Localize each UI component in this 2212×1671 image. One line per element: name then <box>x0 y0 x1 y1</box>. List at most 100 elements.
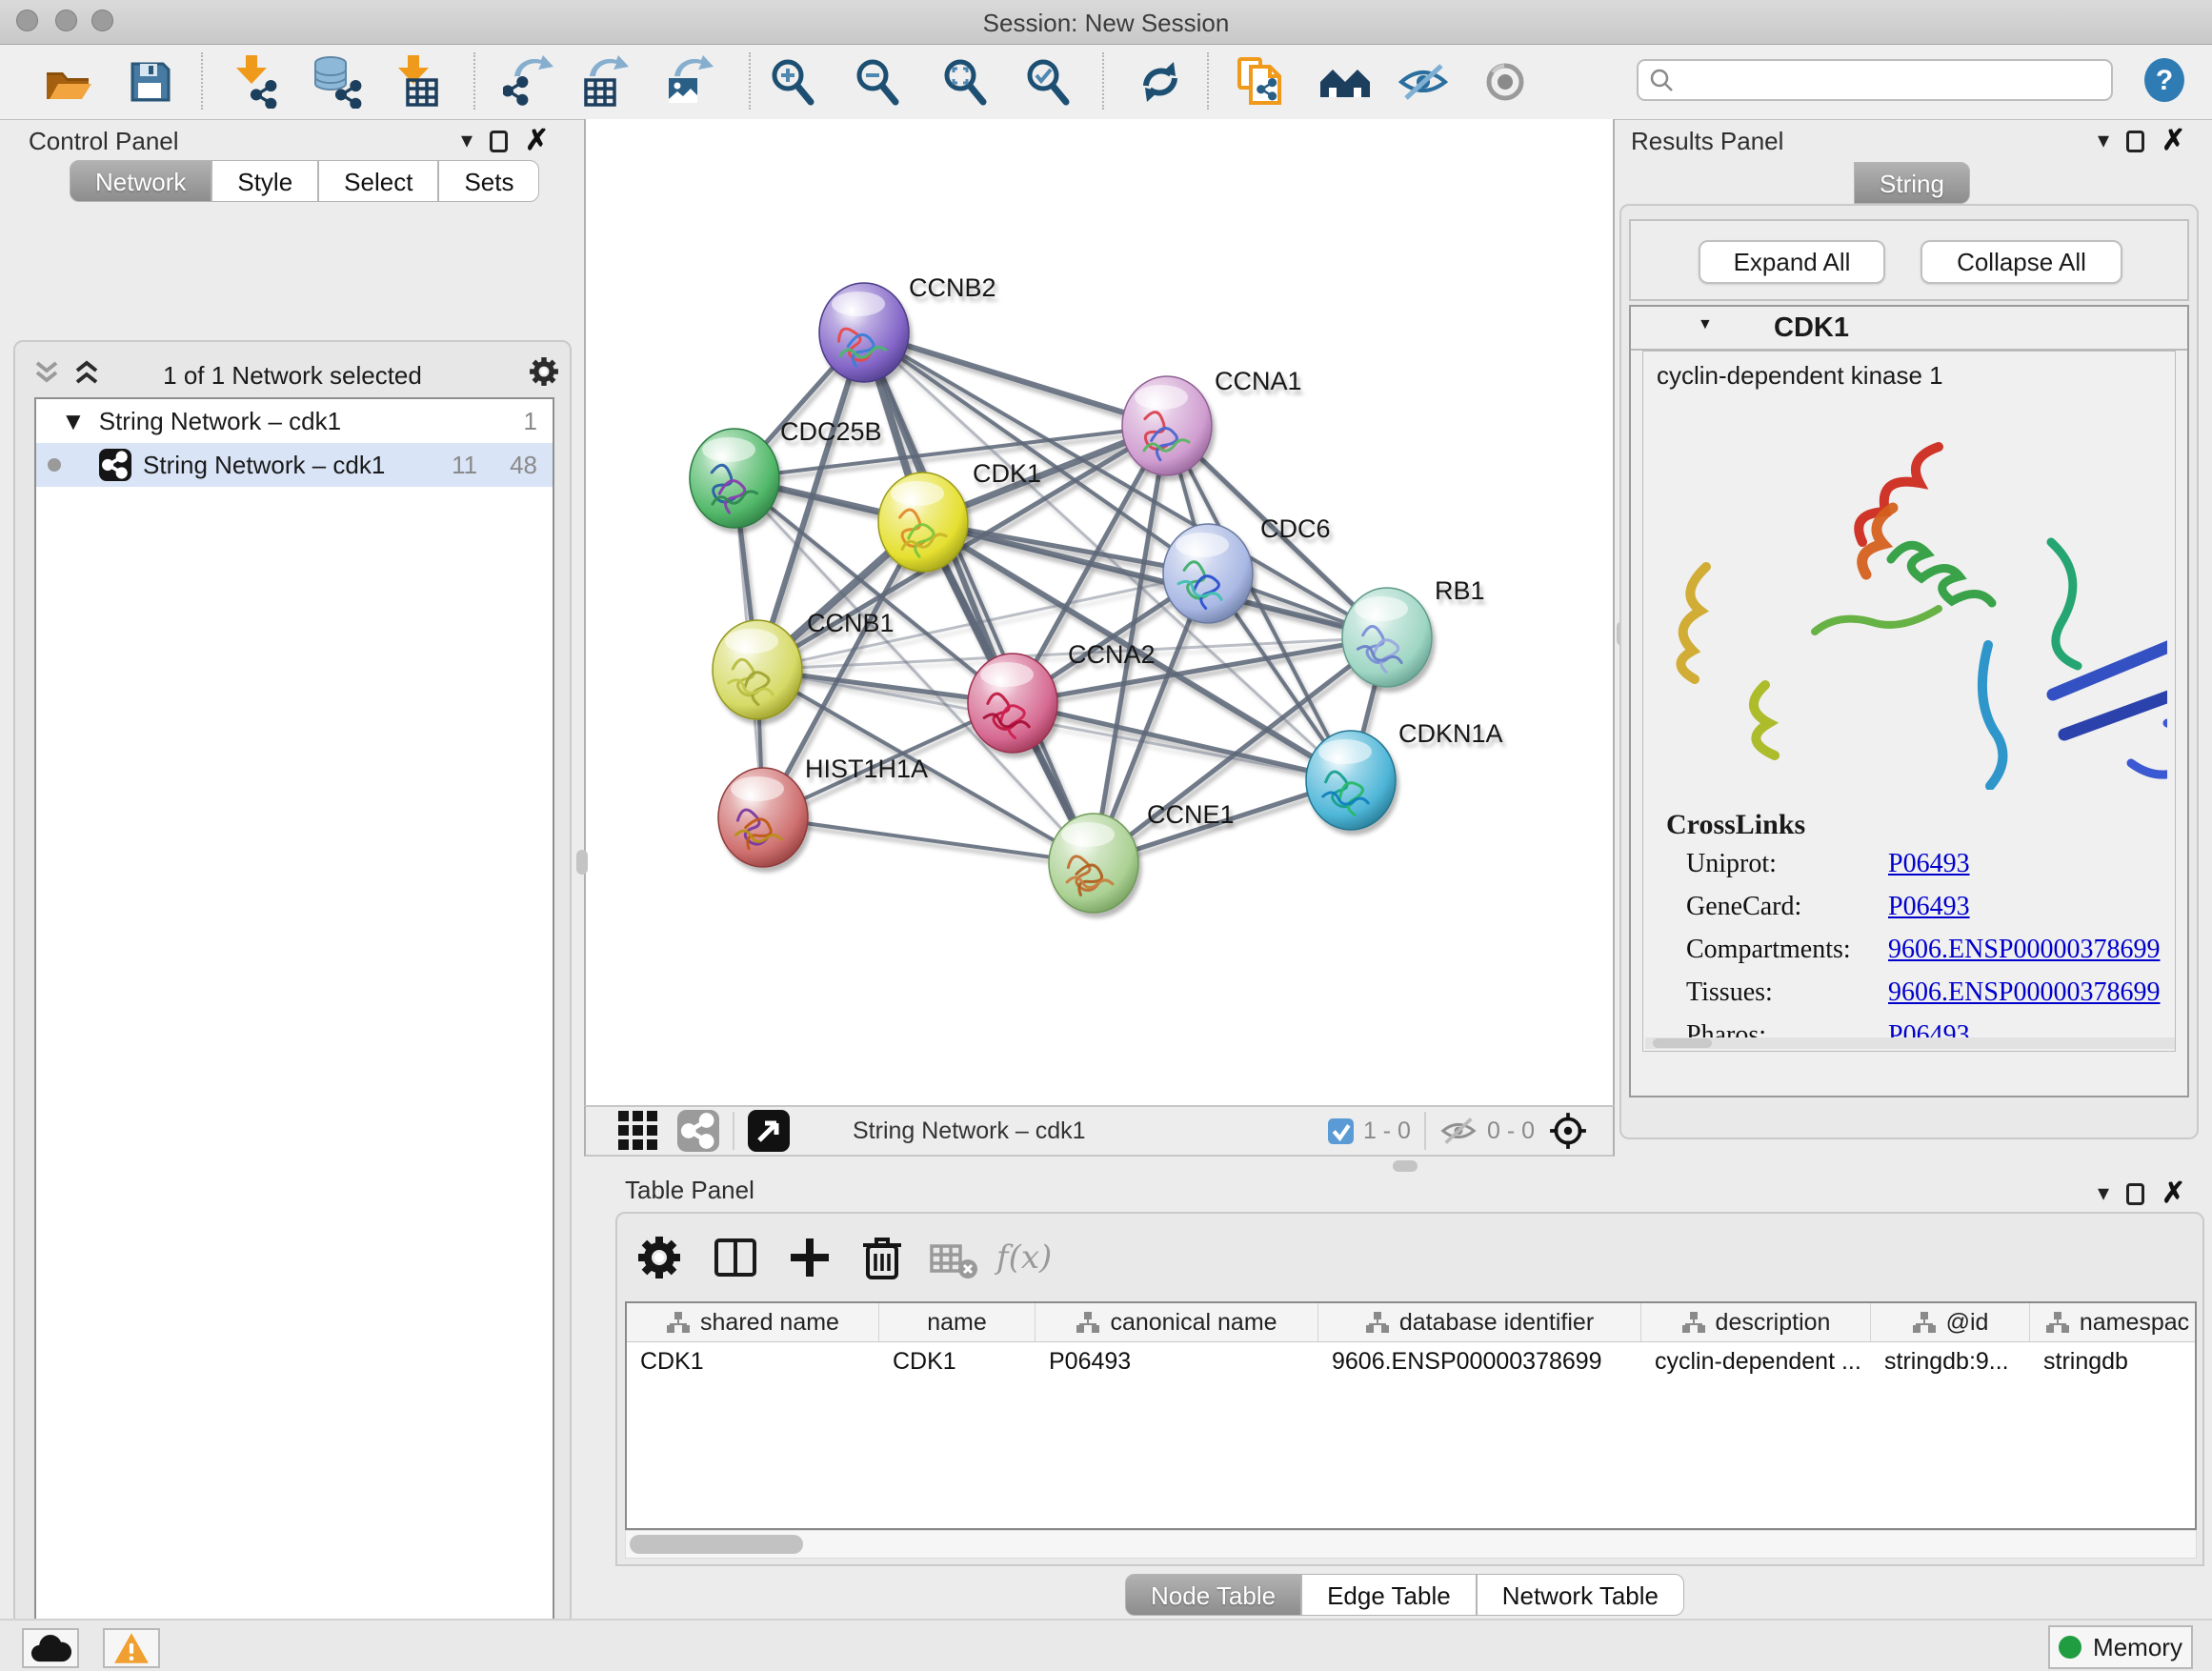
table-cell[interactable]: stringdb:9... <box>1871 1342 2030 1380</box>
memory-button[interactable]: Memory <box>2048 1625 2193 1669</box>
cloud-button[interactable] <box>22 1628 79 1668</box>
fit-selected-crosshair-icon[interactable] <box>1548 1111 1588 1151</box>
network-node-ccna1[interactable]: CCNA1 <box>1122 367 1302 475</box>
column-header-namespac[interactable]: namespac <box>2030 1303 2197 1341</box>
table-cell[interactable]: CDK1 <box>627 1342 879 1380</box>
close-panel-icon[interactable]: ✗ <box>525 127 549 155</box>
tab-string[interactable]: String <box>1854 162 1970 204</box>
tab-node-table[interactable]: Node Table <box>1125 1574 1301 1616</box>
toolbar-separator <box>1207 52 1209 110</box>
column-header-canonical-name[interactable]: canonical name <box>1036 1303 1318 1341</box>
column-header--id[interactable]: @id <box>1871 1303 2030 1341</box>
tab-select[interactable]: Select <box>318 160 438 202</box>
tab-network[interactable]: Network <box>70 160 211 202</box>
zoom-selected-icon[interactable] <box>1022 55 1076 109</box>
hide-selected-icon[interactable] <box>1397 55 1450 109</box>
network-tab-content: 1 of 1 Network selected ▼ String Network… <box>13 340 572 1655</box>
create-column-icon[interactable] <box>783 1231 836 1284</box>
export-table-icon[interactable] <box>578 55 632 109</box>
tab-network-table[interactable]: Network Table <box>1477 1574 1684 1616</box>
search-input[interactable] <box>1684 66 2111 94</box>
network-node-cdkn1a[interactable]: CDKN1A <box>1306 719 1503 830</box>
vertical-splitter-handle[interactable] <box>576 850 588 875</box>
show-graphics-details-icon[interactable] <box>1478 55 1532 109</box>
table-cell[interactable]: 9606.ENSP00000378699 <box>1318 1342 1641 1380</box>
toolbar-separator <box>201 52 203 110</box>
import-network-file-icon[interactable] <box>231 55 284 109</box>
table-row[interactable]: CDK1CDK1P064939606.ENSP00000378699cyclin… <box>627 1342 2195 1380</box>
selected-checkbox-icon[interactable] <box>1328 1118 1354 1144</box>
table-cell[interactable]: stringdb <box>2030 1342 2197 1380</box>
string-results-container: Expand All Collapse All ▼ CDK1 cyclin-de… <box>1619 204 2199 1139</box>
table-options-gear-icon[interactable] <box>633 1231 686 1284</box>
table-cell[interactable]: P06493 <box>1036 1342 1318 1380</box>
zoom-out-icon[interactable] <box>852 55 905 109</box>
first-neighbors-icon[interactable] <box>1318 55 1372 109</box>
crosslink-link[interactable]: 9606.ENSP00000378699 <box>1888 935 2160 964</box>
delete-column-icon[interactable] <box>855 1231 909 1284</box>
close-panel-icon[interactable]: ✗ <box>2162 1179 2185 1208</box>
warning-button[interactable] <box>103 1628 160 1668</box>
network-row-selected[interactable]: String Network – cdk1 11 48 <box>36 443 553 487</box>
tab-sets[interactable]: Sets <box>438 160 539 202</box>
network-collection-row[interactable]: ▼ String Network – cdk1 1 <box>36 399 553 443</box>
control-panel: Control Panel ▾ ✗ NetworkStyleSelectSets… <box>0 119 576 1620</box>
save-session-icon[interactable] <box>124 55 177 109</box>
tab-edge-table[interactable]: Edge Table <box>1301 1574 1477 1616</box>
node-label: CCNA2 <box>1068 640 1156 669</box>
table-cell[interactable]: CDK1 <box>879 1342 1036 1380</box>
import-network-database-icon[interactable] <box>313 55 367 109</box>
import-table-file-icon[interactable] <box>389 55 442 109</box>
network-canvas[interactable]: CCNB2 CCNA1 CDC25B CDK1 CDC6 RB1 CCNB1 C… <box>584 119 1615 1105</box>
export-image-icon[interactable] <box>663 55 716 109</box>
tab-style[interactable]: Style <box>211 160 318 202</box>
help-button[interactable]: ? <box>2142 57 2187 103</box>
refresh-view-icon[interactable] <box>1134 55 1187 109</box>
protein-structure-image <box>1653 409 2167 790</box>
new-network-from-selection-icon[interactable] <box>1234 55 1287 109</box>
column-header-description[interactable]: description <box>1641 1303 1871 1341</box>
float-panel-icon[interactable] <box>2126 1183 2144 1205</box>
float-panel-icon[interactable] <box>490 131 508 152</box>
network-selection-status: 1 of 1 Network selected <box>15 361 570 391</box>
crosslink-link[interactable]: P06493 <box>1888 892 1970 921</box>
open-session-icon[interactable] <box>41 55 94 109</box>
column-header-database-identifier[interactable]: database identifier <box>1318 1303 1641 1341</box>
node-table[interactable]: shared namenamecanonical namedatabase id… <box>625 1301 2197 1530</box>
scrollbar-thumb[interactable] <box>630 1535 803 1554</box>
crosslink-link[interactable]: 9606.ENSP00000378699 <box>1888 977 2160 1007</box>
crosslink-row: GeneCard:P06493 <box>1686 892 1970 922</box>
collapse-panel-icon[interactable]: ▾ <box>2098 130 2109 152</box>
float-panel-icon[interactable] <box>2126 131 2144 152</box>
tree-expander-icon[interactable]: ▼ <box>61 407 86 436</box>
column-header-name[interactable]: name <box>879 1303 1036 1341</box>
node-result-header[interactable]: ▼ CDK1 <box>1631 307 2187 351</box>
crosslink-link[interactable]: P06493 <box>1888 849 1970 878</box>
collection-count: 1 <box>524 407 537 436</box>
collapse-panel-icon[interactable]: ▾ <box>461 130 473 152</box>
collapse-entry-icon[interactable]: ▼ <box>1698 316 1713 333</box>
zoom-fit-icon[interactable] <box>939 55 993 109</box>
network-options-gear-icon[interactable] <box>526 353 562 390</box>
node-result-content: cyclin-dependent kinase 1 CrossLinks Uni… <box>1642 351 2176 1052</box>
network-node-hist1h1a[interactable]: HIST1H1A <box>718 755 928 867</box>
column-header-shared-name[interactable]: shared name <box>627 1303 879 1341</box>
expand-all-button[interactable]: Expand All <box>1699 240 1885 284</box>
export-network-icon[interactable] <box>503 55 556 109</box>
grid-view-icon[interactable] <box>618 1111 658 1151</box>
zoom-in-icon[interactable] <box>767 55 820 109</box>
crosslink-label: Uniprot: <box>1686 849 1888 879</box>
table-hscrollbar[interactable] <box>625 1530 2197 1559</box>
collapse-panel-icon[interactable]: ▾ <box>2098 1182 2109 1205</box>
show-columns-icon[interactable] <box>709 1231 762 1284</box>
network-style-icon[interactable] <box>677 1110 719 1152</box>
collapse-all-button[interactable]: Collapse All <box>1920 240 2122 284</box>
table-cell[interactable]: cyclin-dependent ... <box>1641 1342 1871 1380</box>
table-header-row: shared namenamecanonical namedatabase id… <box>627 1303 2195 1342</box>
results-hscrollbar[interactable] <box>1645 1037 2176 1049</box>
hidden-eye-icon[interactable] <box>1439 1115 1478 1147</box>
birdseye-view-icon[interactable] <box>748 1110 790 1152</box>
network-node-rb1[interactable]: RB1 <box>1342 576 1485 687</box>
network-node-ccne1[interactable]: CCNE1 <box>1049 800 1235 913</box>
close-panel-icon[interactable]: ✗ <box>2162 127 2185 155</box>
